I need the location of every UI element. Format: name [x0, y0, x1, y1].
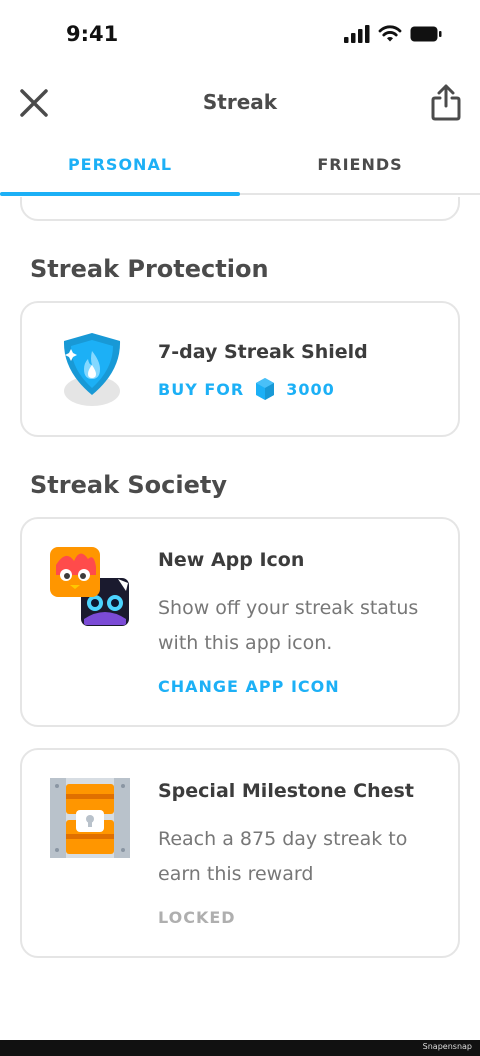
status-bar: 9:41 [0, 0, 480, 70]
new-app-icon-title: New App Icon [158, 549, 305, 571]
app-icon-preview [50, 547, 131, 628]
bottom-bar: Snapensnap [0, 1040, 480, 1056]
milestone-chest-title: Special Milestone Chest [158, 780, 414, 802]
previous-card [20, 197, 460, 221]
new-app-icon-description: Show off your streak status with this ap… [158, 597, 419, 654]
page-title: Streak [202, 90, 278, 114]
battery-icon [410, 26, 442, 42]
section-title-streak-protection: Streak Protection [30, 255, 269, 283]
milestone-chest-description: Reach a 875 day streak to earn this rewa… [158, 828, 408, 885]
tab-friends-label: FRIENDS [317, 155, 403, 174]
tab-personal[interactable]: PERSONAL [0, 145, 240, 196]
milestone-chest-card: Special Milestone Chest Reach a 875 day … [20, 748, 460, 958]
wifi-icon [378, 25, 402, 42]
treasure-chest-icon [50, 778, 130, 858]
share-button[interactable] [430, 82, 462, 122]
header: Streak [0, 78, 480, 130]
streak-shield-icon [63, 333, 121, 406]
tab-bar: PERSONAL FRIENDS [0, 145, 480, 196]
new-app-icon-card: New App Icon Show off your streak status… [20, 517, 460, 727]
locked-status: LOCKED [158, 908, 236, 927]
streak-shield-title: 7-day Streak Shield [158, 341, 368, 363]
tab-friends[interactable]: FRIENDS [240, 145, 480, 193]
content-scroll-area[interactable]: Streak Protection 7-day Streak Shield BU… [0, 197, 480, 1040]
buy-label: BUY FOR [158, 379, 245, 399]
tab-personal-label: PERSONAL [67, 155, 173, 174]
watermark: Snapensnap [422, 1042, 472, 1051]
section-title-streak-society: Streak Society [30, 471, 228, 499]
share-icon [431, 84, 461, 121]
tab-active-indicator [0, 192, 240, 196]
signal-icon [344, 25, 370, 43]
streak-shield-card[interactable]: 7-day Streak Shield BUY FOR 3000 [20, 301, 460, 437]
status-icons [344, 25, 442, 43]
gem-icon [256, 378, 275, 400]
shield-price: 3000 [286, 379, 335, 399]
buy-shield-button[interactable]: BUY FOR 3000 [158, 377, 335, 401]
change-app-icon-button[interactable]: CHANGE APP ICON [158, 677, 340, 696]
status-time: 9:41 [66, 22, 119, 46]
